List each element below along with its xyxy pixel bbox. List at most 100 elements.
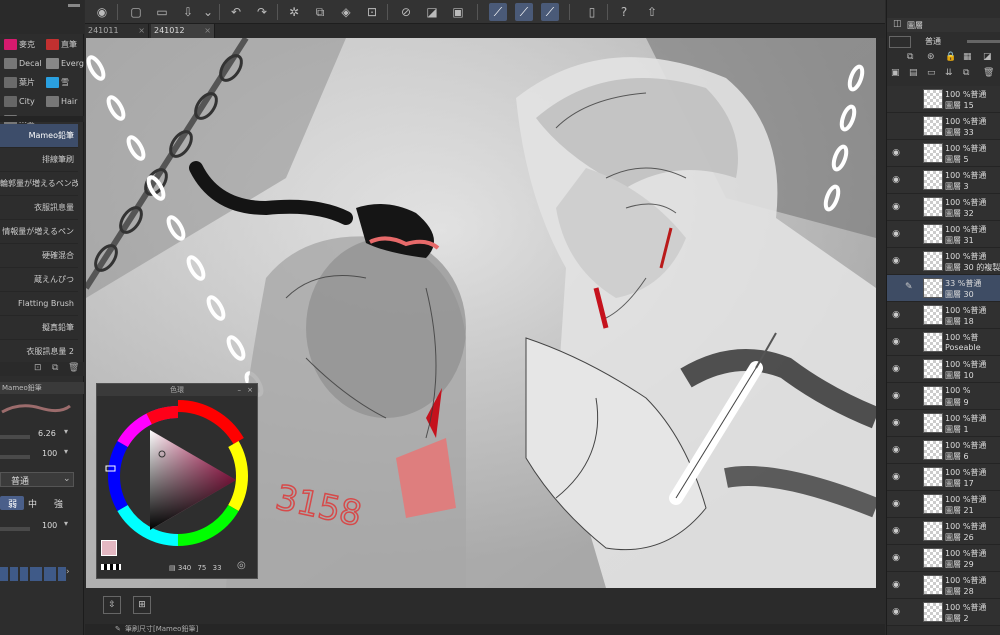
- copy-subtool-icon[interactable]: ⧉: [52, 363, 58, 373]
- delete-layer-icon[interactable]: 🗑: [983, 68, 994, 78]
- new-folder-icon[interactable]: ▭: [927, 68, 936, 78]
- copy-layer-icon[interactable]: ⧉: [963, 68, 969, 78]
- subtool-item[interactable]: 葉片: [4, 74, 44, 91]
- layer-row[interactable]: 100 %普通 圖層 15: [887, 86, 1000, 113]
- subtool-item[interactable]: Everg: [46, 55, 86, 72]
- layer-row[interactable]: ◉ 100 %普通 圖層 32: [887, 194, 1000, 221]
- copy-icon[interactable]: ⧉: [311, 3, 329, 21]
- eye-hidden-icon[interactable]: [889, 94, 903, 104]
- ink-option-3[interactable]: 強: [54, 497, 63, 510]
- tab-241011[interactable]: 241011 ×: [85, 24, 149, 38]
- layer-row[interactable]: ◉ 100 %普通 圖層 30 的複製: [887, 248, 1000, 275]
- opacity-slider[interactable]: [0, 455, 30, 459]
- layer-row[interactable]: ◉ 100 %普通 圖層 6: [887, 437, 1000, 464]
- eye-icon[interactable]: ◉: [889, 472, 903, 482]
- eye-icon[interactable]: ◉: [889, 553, 903, 563]
- reference-icon[interactable]: ⊛: [927, 52, 935, 62]
- trash-icon[interactable]: 🗑: [68, 363, 79, 373]
- eye-icon[interactable]: ◉: [889, 391, 903, 401]
- layer-name[interactable]: 圖層 31: [945, 235, 974, 246]
- blend-mode-select[interactable]: 普通 ⌄: [0, 472, 74, 487]
- tip-swatch[interactable]: [30, 567, 42, 581]
- layer-name[interactable]: 圖層 30: [945, 289, 974, 300]
- tip-swatch[interactable]: [0, 567, 8, 581]
- brush-item[interactable]: 硬確混合: [0, 244, 78, 268]
- layer-name[interactable]: 圖層 29: [945, 559, 974, 570]
- open-file-icon[interactable]: ▭: [153, 3, 171, 21]
- layer-name[interactable]: 圖層 2: [945, 613, 969, 624]
- brush-item[interactable]: 蔵えんぴつ: [0, 268, 78, 292]
- hue-ring[interactable]: [100, 398, 256, 554]
- deselect-icon[interactable]: ⊘: [397, 3, 415, 21]
- dropdown-icon[interactable]: ▾: [64, 519, 68, 528]
- layer-name[interactable]: 圖層 33: [945, 127, 974, 138]
- undo-icon[interactable]: ↶: [227, 3, 245, 21]
- subtool-item[interactable]: City: [4, 93, 44, 110]
- ink-option-1[interactable]: 弱: [0, 496, 24, 510]
- layer-name[interactable]: 圖層 17: [945, 478, 974, 489]
- new-raster-layer-icon[interactable]: ▣: [891, 68, 900, 78]
- layer-name[interactable]: 圖層 26: [945, 532, 974, 543]
- clip-icon[interactable]: ⧉: [907, 52, 913, 62]
- brush-item[interactable]: 擬真鉛筆: [0, 316, 78, 340]
- layer-name[interactable]: Poseable: [945, 343, 981, 352]
- layer-opacity-slider[interactable]: [967, 40, 1000, 43]
- layer-row[interactable]: 100 %普通 圖層 33: [887, 113, 1000, 140]
- layer-row[interactable]: ◉ 100 %普通 圖層 1: [887, 410, 1000, 437]
- opacity-row[interactable]: 100 ▾: [0, 446, 84, 462]
- brush-item[interactable]: 衣服訊息量 2: [0, 340, 78, 364]
- eye-icon[interactable]: ◉: [889, 418, 903, 428]
- layer-color-select[interactable]: [889, 36, 911, 48]
- brush-size-row[interactable]: 6.26 ▾: [0, 426, 84, 442]
- close-icon[interactable]: ×: [247, 384, 253, 396]
- eye-icon[interactable]: ◉: [889, 445, 903, 455]
- color-space-icon[interactable]: ◎: [237, 560, 246, 571]
- layer-panel-title[interactable]: 圖層: [907, 20, 923, 31]
- layer-name[interactable]: 圖層 28: [945, 586, 974, 597]
- eye-icon[interactable]: ◉: [889, 202, 903, 212]
- panel-menu-icon[interactable]: [68, 4, 80, 7]
- eye-icon[interactable]: ◉: [889, 526, 903, 536]
- brush-size-value[interactable]: 6.26: [38, 429, 56, 438]
- layer-name[interactable]: 圖層 15: [945, 100, 974, 111]
- brush-item[interactable]: 輪郭量が増えるペン改_: [0, 172, 78, 196]
- fill-icon[interactable]: ◈: [337, 3, 355, 21]
- tip-swatch[interactable]: [44, 567, 56, 581]
- layer-blend-mode[interactable]: 普通: [925, 36, 941, 47]
- layer-name[interactable]: 圖層 5: [945, 154, 969, 165]
- layer-name[interactable]: 圖層 32: [945, 208, 974, 219]
- density-row[interactable]: 100 ▾: [0, 518, 84, 534]
- tab-241012[interactable]: 241012 ×: [151, 24, 215, 38]
- snap-grid-icon[interactable]: ⟋: [541, 3, 559, 21]
- layer-row[interactable]: ◉ 100 %普通 圖層 3: [887, 167, 1000, 194]
- layer-name[interactable]: 圖層 21: [945, 505, 974, 516]
- subtool-item[interactable]: 麥克: [4, 36, 44, 53]
- tip-swatch[interactable]: [20, 567, 28, 581]
- mask-icon[interactable]: ◪: [983, 52, 992, 62]
- brush-item[interactable]: Flatting Brush: [0, 292, 78, 316]
- snap-special-ruler-icon[interactable]: ⟋: [515, 3, 533, 21]
- layer-row[interactable]: ◉ 100 %普通 圖層 2: [887, 599, 1000, 626]
- show-selection-icon[interactable]: ▣: [449, 3, 467, 21]
- subtool-item[interactable]: 雪: [46, 74, 86, 91]
- layer-row[interactable]: ◉ 100 %普通 圖層 21: [887, 491, 1000, 518]
- minimize-icon[interactable]: –: [238, 384, 242, 396]
- subtool-item[interactable]: Hair: [46, 93, 86, 110]
- layer-name[interactable]: 圖層 3: [945, 181, 969, 192]
- save-icon[interactable]: ⇩: [179, 3, 197, 21]
- subtool-item[interactable]: 直筆: [46, 36, 86, 53]
- transform-icon[interactable]: ⊡: [363, 3, 381, 21]
- redo-icon[interactable]: ↷: [253, 3, 271, 21]
- layer-row[interactable]: ◉ 100 %普通 圖層 17: [887, 464, 1000, 491]
- new-subtool-icon[interactable]: ⊡: [34, 363, 42, 373]
- merge-down-icon[interactable]: ⇊: [945, 68, 953, 78]
- help-icon[interactable]: ?: [615, 3, 633, 21]
- lock-icon[interactable]: 🔒: [945, 52, 956, 62]
- eye-icon[interactable]: ◉: [889, 364, 903, 374]
- brush-item[interactable]: Mameo鉛筆: [0, 124, 78, 148]
- smartphone-icon[interactable]: ▯: [583, 3, 601, 21]
- snap-ruler-icon[interactable]: ⟋: [489, 3, 507, 21]
- invert-selection-icon[interactable]: ◪: [423, 3, 441, 21]
- main-color-swatch[interactable]: [101, 540, 117, 556]
- layer-name[interactable]: 圖層 30 的複製: [945, 262, 1000, 273]
